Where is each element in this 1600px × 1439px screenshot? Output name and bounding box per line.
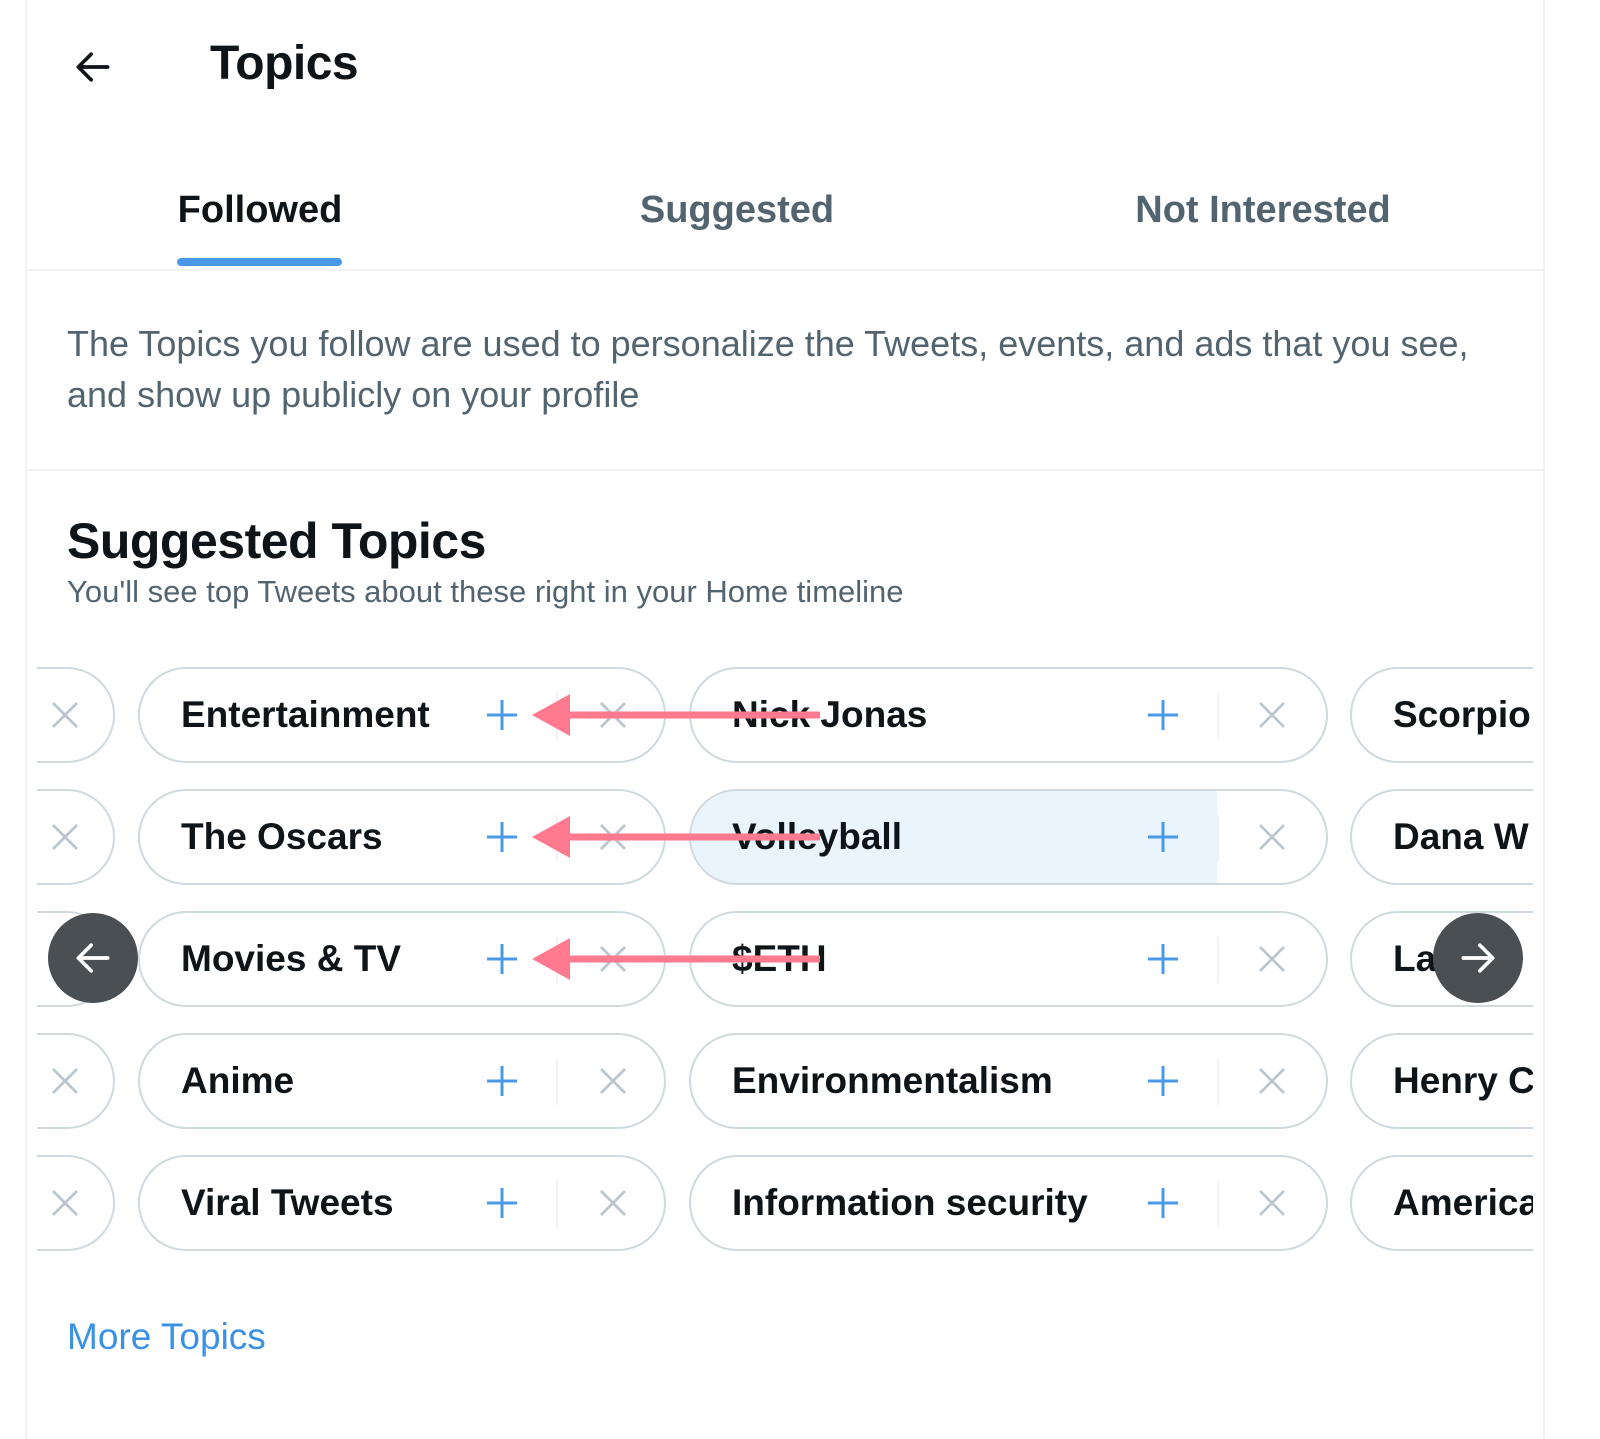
close-icon[interactable] xyxy=(595,819,631,855)
pill-divider xyxy=(556,815,558,861)
arrow-right-icon xyxy=(1461,943,1495,973)
close-icon[interactable] xyxy=(595,1063,631,1099)
topic-pill[interactable]: Scorpio xyxy=(1350,667,1533,763)
close-icon[interactable] xyxy=(47,1185,83,1221)
plus-icon[interactable] xyxy=(1143,1061,1183,1101)
plus-icon[interactable] xyxy=(482,939,522,979)
pill-divider xyxy=(556,1059,558,1105)
active-tab-indicator xyxy=(177,258,342,266)
topic-pill[interactable]: Dana W xyxy=(1350,789,1533,885)
suggested-topics-subtitle: You'll see top Tweets about these right … xyxy=(67,574,904,609)
topic-pill[interactable]: Entertainment xyxy=(138,667,666,763)
close-icon[interactable] xyxy=(1254,941,1290,977)
close-icon[interactable] xyxy=(47,1063,83,1099)
arrow-left-icon xyxy=(76,943,110,973)
pill-divider xyxy=(556,693,558,739)
pill-divider xyxy=(1217,815,1219,861)
close-icon[interactable] xyxy=(1254,819,1290,855)
topic-pill[interactable]: Information security xyxy=(689,1155,1328,1251)
topic-pill[interactable]: The Oscars xyxy=(138,789,666,885)
tabs-divider xyxy=(25,269,1545,271)
pill-divider xyxy=(1217,693,1219,739)
topic-pill[interactable]: $ETH xyxy=(689,911,1328,1007)
plus-icon[interactable] xyxy=(1143,817,1183,857)
tab-bar: Followed Suggested Not Interested xyxy=(25,150,1545,270)
carousel-next-button[interactable] xyxy=(1433,913,1523,1003)
topic-label: Viral Tweets xyxy=(181,1182,394,1223)
pill-divider xyxy=(1217,1059,1219,1105)
topic-pill[interactable]: Nick Jonas xyxy=(689,667,1328,763)
topic-label: The Oscars xyxy=(181,816,383,857)
pill-divider xyxy=(1217,1181,1219,1227)
topic-pill[interactable] xyxy=(37,1155,115,1251)
pill-divider xyxy=(556,1181,558,1227)
page-title: Topics xyxy=(210,37,359,90)
topic-label: Entertainment xyxy=(181,694,430,735)
back-button[interactable] xyxy=(62,36,124,98)
tab-suggested[interactable]: Suggested xyxy=(597,150,877,270)
plus-icon[interactable] xyxy=(482,817,522,857)
arrow-left-icon xyxy=(76,52,110,82)
topic-label: Nick Jonas xyxy=(732,694,928,735)
close-icon[interactable] xyxy=(1254,1185,1290,1221)
plus-icon[interactable] xyxy=(482,1061,522,1101)
topic-label: Anime xyxy=(181,1060,295,1101)
section-divider xyxy=(25,469,1545,471)
topic-pill[interactable] xyxy=(37,667,115,763)
tab-followed[interactable]: Followed xyxy=(150,150,370,270)
close-icon[interactable] xyxy=(47,819,83,855)
close-icon[interactable] xyxy=(595,941,631,977)
topic-label: Environmentalism xyxy=(732,1060,1053,1101)
topics-carousel: Entertainment The Oscars Movies & TV Anime V… xyxy=(37,655,1533,1265)
close-icon[interactable] xyxy=(47,697,83,733)
topic-label: Movies & TV xyxy=(181,938,401,979)
topic-label: Henry C xyxy=(1393,1060,1533,1101)
topic-pill[interactable]: America xyxy=(1350,1155,1533,1251)
plus-icon[interactable] xyxy=(1143,1183,1183,1223)
topic-pill[interactable]: Viral Tweets xyxy=(138,1155,666,1251)
close-icon[interactable] xyxy=(1254,1063,1290,1099)
more-topics-link[interactable]: More Topics xyxy=(67,1316,266,1358)
plus-icon[interactable] xyxy=(1143,939,1183,979)
carousel-prev-button[interactable] xyxy=(48,913,138,1003)
plus-icon[interactable] xyxy=(1143,695,1183,735)
suggested-topics-title: Suggested Topics xyxy=(67,513,486,569)
close-icon[interactable] xyxy=(595,1185,631,1221)
topic-pill[interactable] xyxy=(37,1033,115,1129)
topic-label: La xyxy=(1393,938,1437,979)
pill-divider xyxy=(556,937,558,983)
topic-pill[interactable]: Environmentalism xyxy=(689,1033,1328,1129)
close-icon[interactable] xyxy=(1254,697,1290,733)
topic-label: Scorpio xyxy=(1393,694,1531,735)
topic-label: America xyxy=(1393,1182,1533,1223)
topic-label: $ETH xyxy=(732,938,827,979)
topic-label: Information security xyxy=(732,1182,1088,1223)
topic-label: Dana W xyxy=(1393,816,1529,857)
pill-divider xyxy=(1217,937,1219,983)
topic-pill[interactable] xyxy=(37,789,115,885)
close-icon[interactable] xyxy=(595,697,631,733)
topic-pill[interactable]: Volleyball xyxy=(689,789,1328,885)
topic-label: Volleyball xyxy=(732,816,902,857)
topic-pill[interactable]: Henry C xyxy=(1350,1033,1533,1129)
topics-description: The Topics you follow are used to person… xyxy=(67,323,1469,415)
tab-not-interested[interactable]: Not Interested xyxy=(1083,150,1443,270)
plus-icon[interactable] xyxy=(482,695,522,735)
topic-pill[interactable]: Movies & TV xyxy=(138,911,666,1007)
topic-pill[interactable]: Anime xyxy=(138,1033,666,1129)
plus-icon[interactable] xyxy=(482,1183,522,1223)
